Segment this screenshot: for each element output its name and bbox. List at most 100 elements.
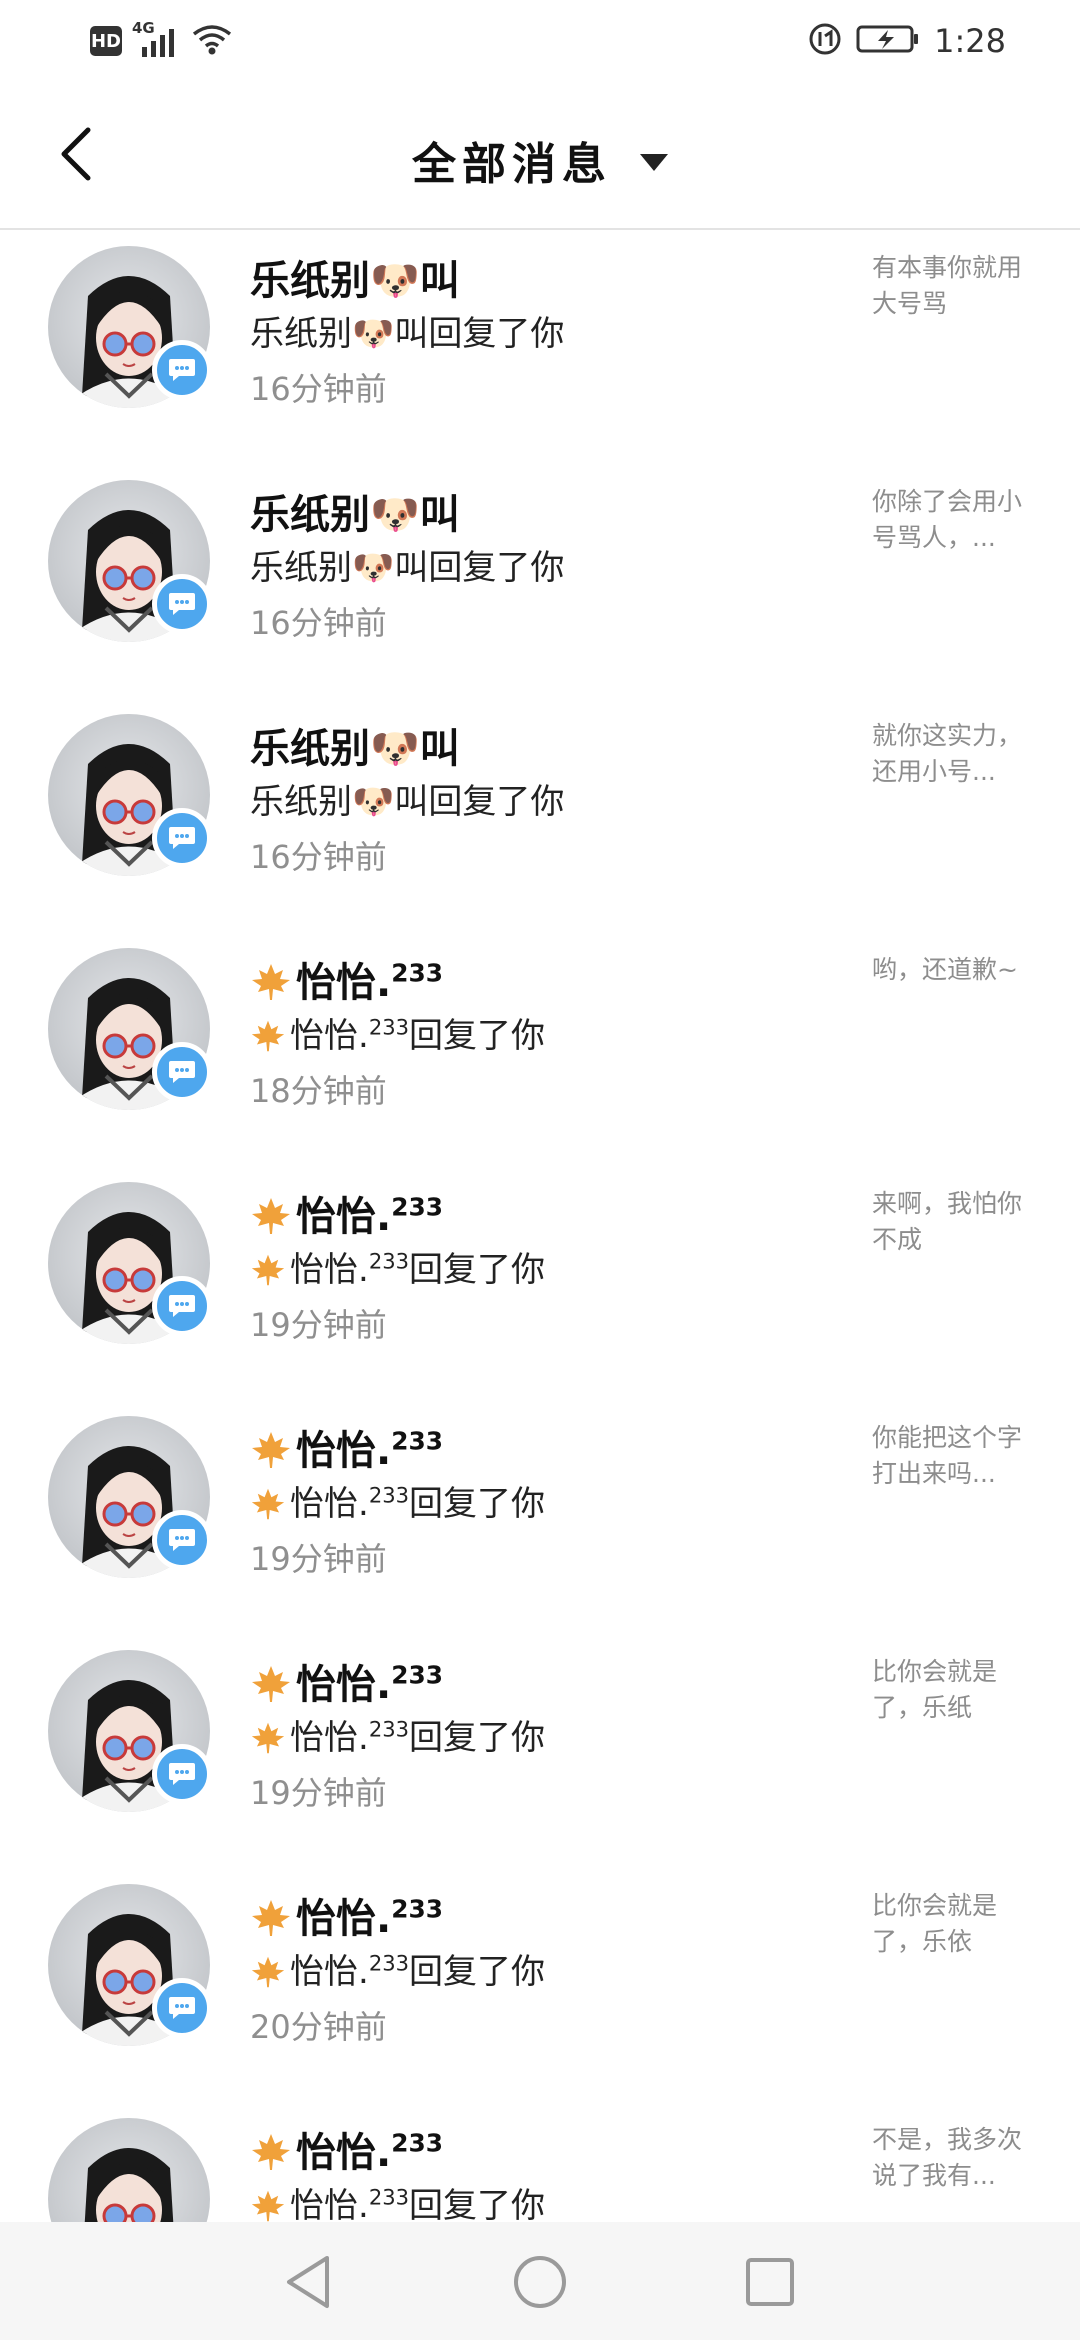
comment-badge-icon bbox=[152, 574, 212, 634]
maple-leaf-icon bbox=[252, 1432, 290, 1468]
comment-badge-icon bbox=[152, 808, 212, 868]
comment-badge-icon bbox=[152, 1510, 212, 1570]
user-name[interactable]: 乐纸别🐶叫 bbox=[250, 482, 460, 540]
status-bar: HD 4G 1:28 bbox=[0, 0, 1080, 84]
user-name-sup: 233 bbox=[391, 958, 443, 988]
user-name[interactable]: 怡怡.233 bbox=[250, 1886, 443, 1944]
reply-name-sup: 233 bbox=[368, 1950, 410, 1976]
list-item[interactable]: 怡怡.233 怡怡.233回复了你 18分钟前 哟，还道歉~ bbox=[0, 932, 1080, 1166]
user-name-text: 怡怡. bbox=[296, 960, 392, 1006]
reply-name-sup: 233 bbox=[368, 1248, 410, 1274]
maple-leaf-icon bbox=[251, 1020, 285, 1052]
chevron-down-icon bbox=[640, 153, 668, 171]
reply-name: 怡怡. bbox=[290, 2186, 369, 2222]
timestamp: 16分钟前 bbox=[250, 604, 387, 642]
reply-name-sup: 233 bbox=[368, 1014, 410, 1040]
comment-preview[interactable]: 不是，我多次说了我有... bbox=[872, 2122, 1042, 2194]
comment-badge-icon bbox=[152, 1978, 212, 2038]
maple-leaf-icon bbox=[251, 2190, 285, 2222]
nav-back-button[interactable] bbox=[280, 2254, 336, 2310]
user-name-sup: 233 bbox=[391, 1894, 443, 1924]
user-name-text: 怡怡. bbox=[296, 1662, 392, 1708]
reply-suffix: 回复了你 bbox=[409, 1250, 546, 1290]
reply-text: 怡怡.233回复了你 bbox=[250, 1710, 545, 1759]
list-item[interactable]: 怡怡.233 怡怡.233回复了你 19分钟前 来啊，我怕你不成 bbox=[0, 1166, 1080, 1400]
reply-name: 怡怡. bbox=[290, 1484, 369, 1524]
user-name-sup: 233 bbox=[391, 1426, 443, 1456]
list-item[interactable]: 怡怡.233 怡怡.233回复了你 20分钟前 比你会就是了，乐依 bbox=[0, 1868, 1080, 2102]
list-item[interactable]: 乐纸别🐶叫 乐纸别🐶叫回复了你 16分钟前 有本事你就用大号骂 bbox=[0, 230, 1080, 464]
list-item[interactable]: 乐纸别🐶叫 乐纸别🐶叫回复了你 16分钟前 就你这实力，还用小号... bbox=[0, 698, 1080, 932]
nav-home-button[interactable] bbox=[512, 2254, 568, 2310]
list-item[interactable]: 怡怡.233 怡怡.233回复了你 19分钟前 比你会就是了，乐纸 bbox=[0, 1634, 1080, 1868]
message-list[interactable]: 乐纸别🐶叫 乐纸别🐶叫回复了你 16分钟前 有本事你就用大号骂 乐纸别🐶叫 乐纸… bbox=[0, 230, 1080, 2222]
reply-suffix: 回复了你 bbox=[409, 1718, 546, 1758]
user-name[interactable]: 怡怡.233 bbox=[250, 950, 443, 1008]
user-name[interactable]: 怡怡.233 bbox=[250, 1184, 443, 1242]
reply-name: 怡怡. bbox=[290, 1718, 369, 1758]
header-bar: 全部消息 bbox=[0, 84, 1080, 230]
reply-name: 怡怡. bbox=[290, 1250, 369, 1290]
reply-name: 怡怡. bbox=[290, 1952, 369, 1992]
square-recents-icon bbox=[746, 2258, 794, 2306]
user-name-text: 怡怡. bbox=[296, 1896, 392, 1942]
reply-text: 怡怡.233回复了你 bbox=[250, 1242, 545, 1291]
timestamp: 20分钟前 bbox=[250, 2008, 387, 2046]
maple-leaf-icon bbox=[252, 2134, 290, 2170]
reply-suffix: 回复了你 bbox=[409, 1952, 546, 1992]
data-saver-icon bbox=[808, 22, 842, 60]
nav-recents-button[interactable] bbox=[742, 2254, 798, 2310]
reply-suffix: 回复了你 bbox=[409, 2186, 546, 2222]
comment-preview[interactable]: 比你会就是了，乐依 bbox=[872, 1888, 1042, 1960]
system-nav-bar bbox=[0, 2222, 1080, 2340]
reply-text: 怡怡.233回复了你 bbox=[250, 1476, 545, 1525]
reply-text: 乐纸别🐶叫回复了你 bbox=[250, 548, 565, 588]
maple-leaf-icon bbox=[252, 1198, 290, 1234]
list-item[interactable]: 乐纸别🐶叫 乐纸别🐶叫回复了你 16分钟前 你除了会用小号骂人，... bbox=[0, 464, 1080, 698]
maple-leaf-icon bbox=[251, 1956, 285, 1988]
user-name-sup: 233 bbox=[391, 1660, 443, 1690]
comment-preview[interactable]: 哟，还道歉~ bbox=[872, 952, 1042, 988]
user-name[interactable]: 怡怡.233 bbox=[250, 2120, 443, 2178]
reply-name-sup: 233 bbox=[368, 1716, 410, 1742]
reply-text: 怡怡.233回复了你 bbox=[250, 1008, 545, 1057]
comment-preview[interactable]: 比你会就是了，乐纸 bbox=[872, 1654, 1042, 1726]
user-name-sup: 233 bbox=[391, 1192, 443, 1222]
user-name[interactable]: 乐纸别🐶叫 bbox=[250, 716, 460, 774]
battery-icon bbox=[856, 24, 920, 58]
timestamp: 16分钟前 bbox=[250, 370, 387, 408]
circle-home-icon bbox=[514, 2256, 566, 2308]
user-name[interactable]: 乐纸别🐶叫 bbox=[250, 248, 460, 306]
list-item[interactable]: 怡怡.233 怡怡.233回复了你 不是，我多次说了我有... bbox=[0, 2102, 1080, 2222]
status-right: 1:28 bbox=[808, 22, 1006, 60]
comment-preview[interactable]: 你能把这个字打出来吗... bbox=[872, 1420, 1042, 1492]
maple-leaf-icon bbox=[252, 1900, 290, 1936]
wifi-icon bbox=[192, 22, 232, 60]
reply-suffix: 回复了你 bbox=[409, 1484, 546, 1524]
title-dropdown[interactable]: 全部消息 bbox=[0, 128, 1080, 192]
cellular-signal-icon: 4G bbox=[132, 19, 182, 59]
user-name-text: 怡怡. bbox=[296, 1428, 392, 1474]
status-left: HD 4G bbox=[90, 19, 232, 60]
clock-time: 1:28 bbox=[934, 22, 1006, 60]
reply-name: 怡怡. bbox=[290, 1016, 369, 1056]
comment-preview[interactable]: 来啊，我怕你不成 bbox=[872, 1186, 1042, 1258]
user-name[interactable]: 怡怡.233 bbox=[250, 1418, 443, 1476]
comment-preview[interactable]: 就你这实力，还用小号... bbox=[872, 718, 1042, 790]
comment-badge-icon bbox=[152, 340, 212, 400]
user-name-text: 怡怡. bbox=[296, 2130, 392, 2176]
list-item[interactable]: 怡怡.233 怡怡.233回复了你 19分钟前 你能把这个字打出来吗... bbox=[0, 1400, 1080, 1634]
comment-preview[interactable]: 有本事你就用大号骂 bbox=[872, 250, 1042, 322]
timestamp: 19分钟前 bbox=[250, 1540, 387, 1578]
reply-name-sup: 233 bbox=[368, 2184, 410, 2210]
maple-leaf-icon bbox=[252, 964, 290, 1000]
timestamp: 19分钟前 bbox=[250, 1306, 387, 1344]
user-name[interactable]: 怡怡.233 bbox=[250, 1652, 443, 1710]
comment-badge-icon bbox=[152, 1042, 212, 1102]
reply-suffix: 回复了你 bbox=[409, 1016, 546, 1056]
user-name-text: 怡怡. bbox=[296, 1194, 392, 1240]
avatar[interactable] bbox=[48, 2118, 210, 2222]
timestamp: 18分钟前 bbox=[250, 1072, 387, 1110]
page-title: 全部消息 bbox=[412, 139, 612, 190]
comment-preview[interactable]: 你除了会用小号骂人，... bbox=[872, 484, 1042, 556]
